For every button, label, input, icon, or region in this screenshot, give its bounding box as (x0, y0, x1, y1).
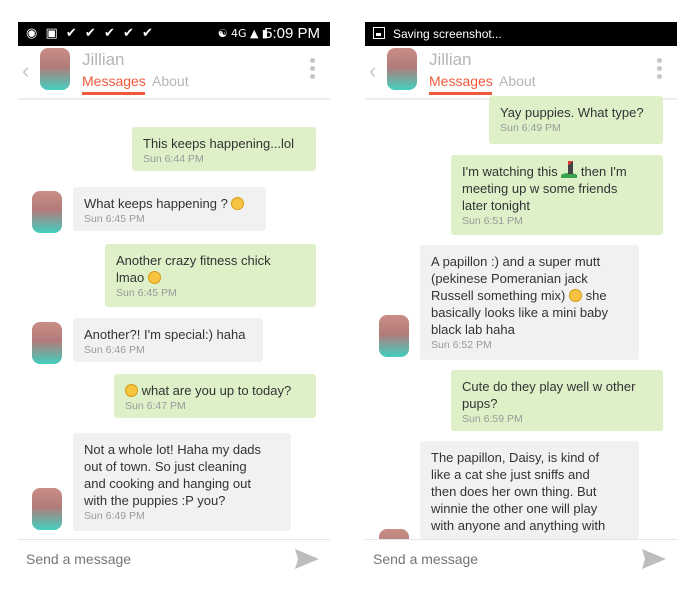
tab-about[interactable]: About (499, 73, 536, 89)
message-timestamp: Sun 6:44 PM (143, 153, 204, 165)
notification-icons: ◉ ▣ ✔ ✔ ✔ ✔ ✔ (26, 26, 155, 41)
message-line: I'm watching this then I'm (462, 161, 627, 179)
overflow-menu-icon[interactable] (310, 58, 316, 82)
message-line: Cute do they play well w other (462, 379, 636, 394)
tab-messages[interactable]: Messages (429, 73, 493, 89)
message-line: like a cat she just sniffs and (431, 467, 590, 482)
message-text: what are you up to today? (125, 382, 304, 399)
chat-header: ‹ Jillian Messages About (18, 46, 330, 100)
message-bubble-sent: Cute do they play well w other pups? Sun… (451, 370, 663, 431)
signal-battery-icons: ☯ 4G ▲ ▮ (217, 27, 268, 40)
message-line: later tonight (462, 198, 530, 213)
left-screenshot: ◉ ▣ ✔ ✔ ✔ ✔ ✔ ☯ 4G ▲ ▮ 5:09 PM ‹ Jillian… (18, 22, 330, 577)
message-line: then does her own thing. But (431, 484, 597, 499)
tab-active-indicator (429, 92, 492, 95)
message-timestamp: Sun 6:52 PM (431, 339, 492, 351)
network-label: 4G (230, 27, 247, 40)
message-line: and cooking and hanging out (84, 476, 251, 491)
message-composer (18, 539, 330, 577)
message-bubble-sent: I'm watching this then I'm meeting up w … (451, 155, 663, 235)
message-input[interactable] (373, 551, 613, 567)
message-bubble-sent: This keeps happening...lol Sun 6:44 PM (132, 127, 316, 171)
send-icon[interactable] (294, 548, 320, 570)
overflow-menu-icon[interactable] (657, 58, 663, 82)
message-timestamp: Sun 6:59 PM (462, 413, 523, 425)
message-line: meeting up w some friends (462, 181, 618, 196)
message-bubble-received: A papillon :) and a super mutt (pekinese… (420, 245, 639, 360)
smiley-emoji-icon (231, 197, 245, 210)
avatar (379, 315, 409, 357)
message-line: A papillon :) and a super mutt (431, 254, 601, 269)
message-text: What keeps happening ? (84, 195, 254, 212)
golf-flag-emoji-icon (561, 161, 578, 178)
avatar (32, 488, 62, 530)
right-screenshot: Saving screenshot... ‹ Jillian Messages … (365, 22, 677, 577)
avatar (32, 322, 62, 364)
tab-messages[interactable]: Messages (82, 73, 146, 89)
message-timestamp: Sun 6:49 PM (500, 122, 561, 134)
message-line: black lab haha (431, 322, 515, 337)
screenshot-icon (373, 27, 385, 39)
message-input[interactable] (26, 551, 266, 567)
contact-name: Jillian (82, 50, 125, 69)
message-line: with the puppies :P you? (84, 493, 226, 508)
message-bubble-received: Not a whole lot! Haha my dads out of tow… (73, 433, 291, 531)
message-line: with anyone and anything with (431, 518, 606, 533)
saving-screenshot-text: Saving screenshot... (393, 27, 502, 41)
message-text: Another?! I'm special:) haha (84, 327, 246, 342)
message-text: Yay puppies. What type? (500, 105, 644, 120)
message-line: winnie the other one will play (431, 501, 598, 516)
message-timestamp: Sun 6:47 PM (125, 400, 186, 412)
avatar (32, 191, 62, 233)
message-line: pups? (462, 396, 498, 411)
back-chevron-icon[interactable]: ‹ (369, 58, 376, 84)
smiley-emoji-icon (569, 289, 582, 302)
message-bubble-sent: Yay puppies. What type? Sun 6:49 PM (489, 96, 663, 144)
message-line: Russell something mix) she (431, 288, 607, 303)
tab-about[interactable]: About (152, 73, 189, 89)
message-bubble-received: What keeps happening ? Sun 6:45 PM (73, 187, 266, 231)
status-bar: ◉ ▣ ✔ ✔ ✔ ✔ ✔ ☯ 4G ▲ ▮ 5:09 PM (18, 22, 330, 46)
message-line: (pekinese Pomeranian jack (431, 271, 588, 286)
message-timestamp: Sun 6:51 PM (462, 215, 523, 227)
chat-header: ‹ Jillian Messages About (365, 46, 677, 100)
message-timestamp: Sun 6:45 PM (116, 287, 177, 299)
message-text: Another crazy fitness chick lmao (116, 253, 271, 285)
send-icon[interactable] (641, 548, 667, 570)
laughing-emoji-icon (147, 271, 161, 284)
message-bubble-sent: what are you up to today? Sun 6:47 PM (114, 374, 316, 418)
smiley-emoji-icon (125, 384, 138, 397)
message-line: Not a whole lot! Haha my dads (84, 442, 262, 457)
message-timestamp: Sun 6:49 PM (84, 510, 145, 522)
message-line: basically looks like a mini baby (431, 305, 609, 320)
message-bubble-received: The papillon, Daisy, is kind of like a c… (420, 441, 639, 539)
avatar[interactable] (387, 48, 417, 90)
message-line: The papillon, Daisy, is kind of (431, 450, 600, 465)
back-chevron-icon[interactable]: ‹ (22, 58, 29, 84)
status-bar: Saving screenshot... (365, 22, 677, 46)
message-bubble-sent: Another crazy fitness chick lmao Sun 6:45… (105, 244, 316, 307)
message-text: This keeps happening...lol (143, 136, 295, 151)
status-time: 5:09 PM (264, 25, 320, 42)
avatar[interactable] (40, 48, 70, 90)
message-line: out of town. So just cleaning (84, 459, 247, 474)
message-bubble-received: Another?! I'm special:) haha Sun 6:46 PM (73, 318, 263, 362)
message-timestamp: Sun 6:45 PM (84, 213, 145, 225)
message-composer (365, 539, 677, 577)
tab-active-indicator (82, 92, 145, 95)
contact-name: Jillian (429, 50, 472, 69)
message-timestamp: Sun 6:46 PM (84, 344, 145, 356)
